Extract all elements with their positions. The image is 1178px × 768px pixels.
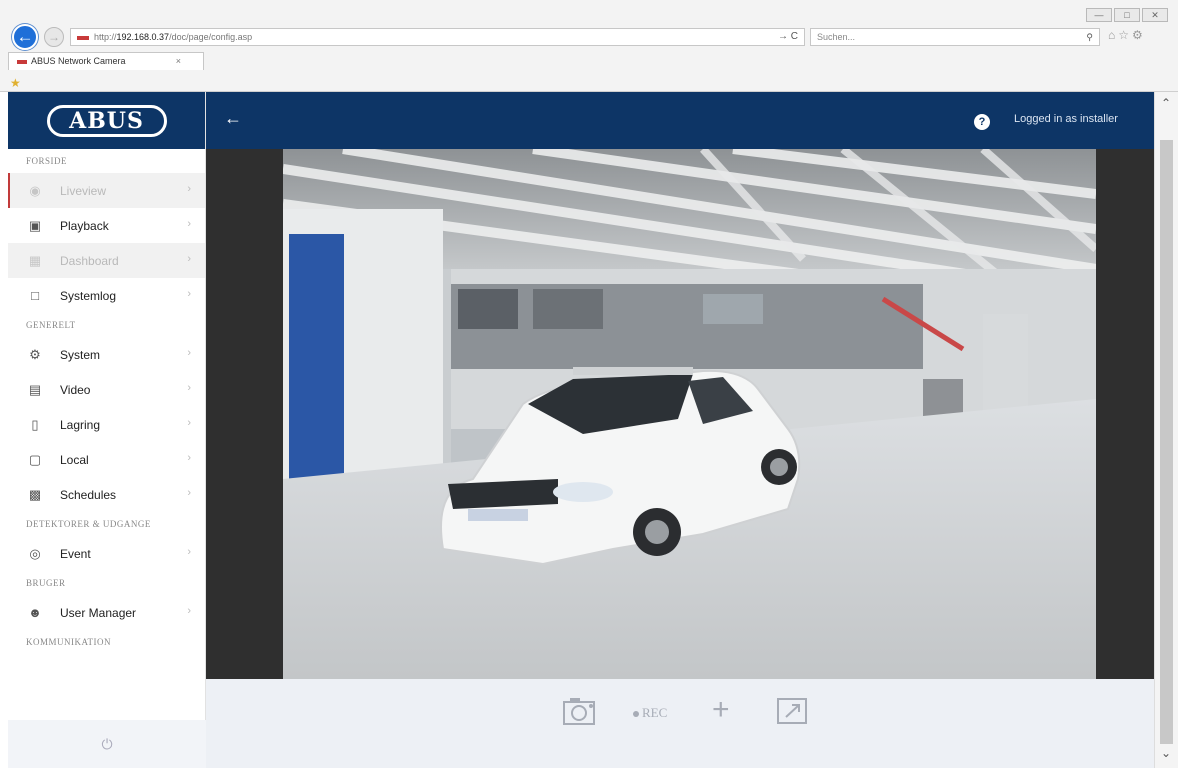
dashboard-icon: ▦	[28, 252, 42, 268]
sidebar-item-liveview[interactable]: ◉ Liveview ›	[8, 173, 205, 208]
live-video-image	[283, 149, 1096, 679]
maximize-icon[interactable]: □	[1114, 8, 1140, 22]
page-scrollbar[interactable]: ⌃ ⌄	[1154, 92, 1178, 768]
refresh-icon[interactable]: → C	[778, 29, 798, 45]
sidebar-item-schedules[interactable]: ▩ Schedules ›	[8, 477, 205, 512]
playback-icon: ▣	[28, 217, 42, 233]
abus-logo[interactable]: ABUS	[46, 104, 167, 137]
document-icon: □	[31, 288, 39, 303]
url-path: /doc/page/config.asp	[169, 32, 253, 42]
sidebar-item-event[interactable]: ◎ Event ›	[8, 536, 205, 571]
chevron-right-icon: ›	[187, 253, 191, 265]
gear-icon: ⚙	[29, 346, 41, 362]
sidebar-item-local[interactable]: ▢ Local ›	[8, 442, 205, 477]
sidebar-item-label: System	[60, 347, 101, 362]
scroll-up-icon[interactable]: ⌃	[1161, 96, 1171, 110]
chevron-right-icon: ›	[187, 487, 191, 499]
close-icon[interactable]: ✕	[1142, 8, 1168, 22]
sidebar-item-video[interactable]: ▤ Video ›	[8, 372, 205, 407]
user-icon: ☻	[28, 605, 42, 620]
local-icon: ▢	[28, 451, 42, 467]
section-kommunikation: KOMMUNIKATION	[26, 637, 111, 647]
browser-chrome: — □ ✕ ← → http://192.168.0.37/doc/page/c…	[0, 0, 1178, 92]
power-icon[interactable]: ⏻	[8, 720, 206, 768]
record-button[interactable]: REC	[633, 705, 667, 721]
search-input[interactable]: Suchen... ⚲	[810, 28, 1100, 46]
url-host: 192.168.0.37	[116, 32, 170, 42]
site-favicon-icon	[77, 35, 89, 40]
settings-icon[interactable]: ⚙	[1132, 28, 1146, 42]
chevron-right-icon: ›	[187, 183, 191, 195]
chevron-right-icon: ›	[187, 452, 191, 464]
chevron-right-icon: ›	[187, 347, 191, 359]
section-bruger: BRUGER	[26, 578, 66, 588]
live-video-frame[interactable]	[283, 149, 1096, 679]
video-area	[206, 149, 1154, 679]
video-toolbar: REC +	[206, 679, 1154, 768]
sidebar-item-label: Video	[60, 382, 91, 397]
section-generelt: GENERELT	[26, 320, 76, 330]
sidebar-item-label: Schedules	[60, 487, 117, 502]
sidebar-item-dashboard[interactable]: ▦ Dashboard ›	[8, 243, 205, 278]
section-forside: FORSIDE	[26, 156, 68, 166]
browser-back-icon[interactable]: ←	[12, 24, 38, 50]
event-icon: ◎	[29, 545, 41, 561]
scroll-down-icon[interactable]: ⌄	[1161, 746, 1171, 760]
sidebar-item-label: Lagring	[60, 417, 101, 432]
zoom-icon[interactable]: +	[712, 693, 730, 727]
video-icon: ▤	[28, 381, 42, 397]
chevron-right-icon: ›	[187, 546, 191, 558]
section-detektorer: DETEKTORER & UDGANGE	[26, 519, 151, 529]
favorites-icon[interactable]: ☆	[1118, 28, 1132, 42]
browser-tab[interactable]: ABUS Network Camera ×	[8, 52, 204, 70]
calendar-icon: ▩	[28, 486, 42, 502]
browser-toolbar-icons: ⌂☆⚙	[1108, 28, 1146, 42]
url-prefix: http://	[94, 32, 117, 42]
sidebar-item-label: Dashboard	[60, 253, 119, 268]
tab-favicon-icon	[17, 59, 27, 64]
storage-icon: ▯	[31, 416, 39, 432]
record-label: REC	[642, 705, 668, 720]
browser-forward-icon[interactable]: →	[44, 27, 64, 47]
chevron-right-icon: ›	[187, 218, 191, 230]
fullscreen-icon[interactable]	[772, 695, 812, 727]
window-controls: — □ ✕	[1086, 8, 1168, 22]
sidebar-item-label: Playback	[60, 218, 109, 233]
sidebar-item-label: User Manager	[60, 605, 137, 620]
logo-bar: ABUS	[8, 92, 205, 149]
help-icon[interactable]: ?	[974, 114, 990, 130]
main-header: ← ? Logged in as installer	[206, 92, 1154, 149]
minimize-icon[interactable]: —	[1086, 8, 1112, 22]
snapshot-camera-icon[interactable]	[562, 695, 600, 727]
back-arrow-icon[interactable]: ←	[224, 108, 242, 129]
sidebar-item-label: Local	[60, 452, 89, 467]
tab-close-icon[interactable]: ×	[176, 53, 181, 70]
chevron-right-icon: ›	[187, 288, 191, 300]
sidebar-item-lagring[interactable]: ▯ Lagring ›	[8, 407, 205, 442]
camera-icon: ◉	[29, 182, 41, 198]
sidebar-item-systemlog[interactable]: □ Systemlog ›	[8, 278, 205, 313]
chevron-right-icon: ›	[187, 417, 191, 429]
tab-title: ABUS Network Camera	[31, 56, 126, 66]
favorites-bar-star-icon[interactable]: ★	[10, 76, 21, 90]
sidebar: ABUS FORSIDE ◉ Liveview › ▣ Playback › ▦…	[8, 92, 206, 768]
sidebar-item-label: Event	[60, 546, 91, 561]
search-placeholder: Suchen...	[817, 32, 856, 42]
login-status: Logged in as installer	[1014, 113, 1118, 125]
sidebar-item-label: Liveview	[60, 183, 107, 198]
search-icon[interactable]: ⚲	[1086, 29, 1093, 45]
address-bar[interactable]: http://192.168.0.37/doc/page/config.asp …	[70, 28, 805, 46]
chevron-right-icon: ›	[187, 382, 191, 394]
chevron-right-icon: ›	[187, 605, 191, 617]
sidebar-item-label: Systemlog	[60, 288, 117, 303]
home-icon[interactable]: ⌂	[1108, 28, 1118, 42]
sidebar-item-user-manager[interactable]: ☻ User Manager ›	[8, 595, 205, 630]
record-dot-icon	[633, 711, 639, 718]
scroll-thumb[interactable]	[1160, 140, 1173, 744]
sidebar-item-playback[interactable]: ▣ Playback ›	[8, 208, 205, 243]
sidebar-item-system[interactable]: ⚙ System ›	[8, 337, 205, 372]
